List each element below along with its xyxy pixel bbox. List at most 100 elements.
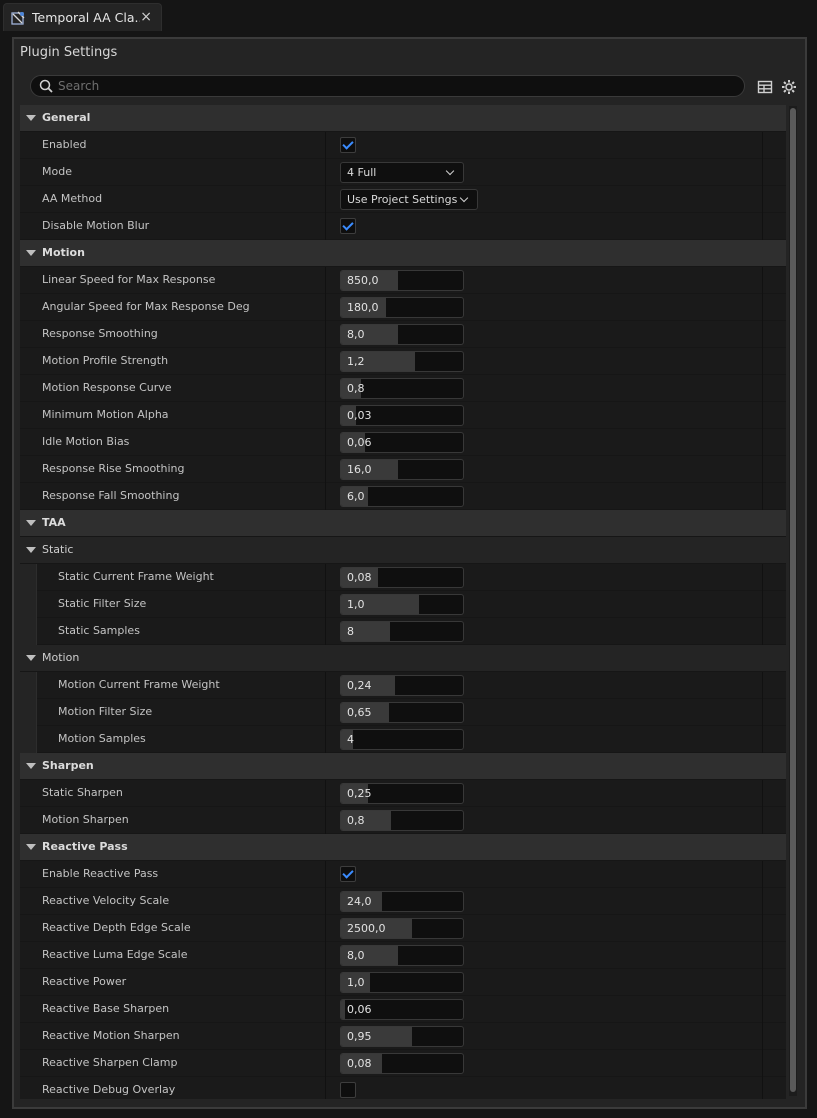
column-splitter[interactable] [325,348,326,375]
numeric-spinbox[interactable]: 0,8 [340,378,464,399]
search-box[interactable] [30,75,745,97]
column-splitter[interactable] [325,456,326,483]
row-label: Response Rise Smoothing [42,462,185,475]
property-row-reactive-sharpen-clamp: Reactive Sharpen Clamp 0,08 [20,1050,786,1077]
column-splitter[interactable] [325,969,326,996]
numeric-spinbox[interactable]: 8,0 [340,324,464,345]
numeric-spinbox[interactable]: 8,0 [340,945,464,966]
category-reactive-pass[interactable]: Reactive Pass [20,834,786,861]
numeric-spinbox[interactable]: 1,0 [340,972,464,993]
column-splitter[interactable] [325,726,326,753]
scrollbar-thumb[interactable] [790,108,796,1092]
column-splitter[interactable] [325,915,326,942]
category-general[interactable]: General [20,105,786,132]
expand-arrow-icon[interactable] [26,655,36,661]
numeric-spinbox[interactable]: 850,0 [340,270,464,291]
search-input[interactable] [58,77,728,95]
numeric-spinbox[interactable]: 4 [340,729,464,750]
expand-arrow-icon[interactable] [26,115,36,121]
checkbox[interactable] [340,1082,356,1098]
numeric-spinbox[interactable]: 1,0 [340,594,464,615]
indent [20,726,37,753]
column-splitter[interactable] [325,159,326,186]
column-splitter[interactable] [325,672,326,699]
column-splitter[interactable] [325,267,326,294]
column-splitter[interactable] [325,1023,326,1050]
dropdown-combo[interactable]: 4 Full [340,162,464,183]
column-splitter[interactable] [325,483,326,510]
close-icon[interactable]: × [140,9,152,25]
numeric-spinbox[interactable]: 2500,0 [340,918,464,939]
column-splitter[interactable] [325,402,326,429]
reset-column [762,807,763,834]
category-taa[interactable]: TAA [20,510,786,537]
numeric-spinbox[interactable]: 8 [340,621,464,642]
numeric-spinbox[interactable]: 0,25 [340,783,464,804]
numeric-spinbox[interactable]: 16,0 [340,459,464,480]
row-label: Response Fall Smoothing [42,489,180,502]
checkbox[interactable] [340,218,356,234]
column-splitter[interactable] [325,375,326,402]
numeric-spinbox[interactable]: 0,95 [340,1026,464,1047]
column-splitter[interactable] [325,780,326,807]
numeric-spinbox[interactable]: 0,08 [340,567,464,588]
column-splitter[interactable] [325,132,326,159]
property-row-motion-response-curve: Motion Response Curve 0,8 [20,375,786,402]
column-splitter[interactable] [325,429,326,456]
column-splitter[interactable] [325,213,326,240]
category-sharpen[interactable]: Sharpen [20,753,786,780]
column-splitter[interactable] [325,996,326,1023]
checkbox[interactable] [340,866,356,882]
numeric-value: 0,8 [347,814,365,827]
numeric-spinbox[interactable]: 0,03 [340,405,464,426]
property-row-static-samples: Static Samples 8 [20,618,786,645]
column-splitter[interactable] [325,294,326,321]
property-row-motion-sharpen: Motion Sharpen 0,8 [20,807,786,834]
column-splitter[interactable] [325,699,326,726]
expand-arrow-icon[interactable] [26,520,36,526]
dropdown-combo[interactable]: Use Project Settings [340,189,478,210]
numeric-spinbox[interactable]: 0,06 [340,432,464,453]
column-splitter[interactable] [325,942,326,969]
numeric-spinbox[interactable]: 1,2 [340,351,464,372]
table-view-icon[interactable] [757,79,773,95]
column-splitter[interactable] [325,618,326,645]
indent [20,672,37,699]
numeric-spinbox[interactable]: 0,24 [340,675,464,696]
expand-arrow-icon[interactable] [26,250,36,256]
column-splitter[interactable] [325,888,326,915]
numeric-spinbox[interactable]: 0,8 [340,810,464,831]
reset-column [762,1023,763,1050]
property-row-reactive-luma-edge-scale: Reactive Luma Edge Scale 8,0 [20,942,786,969]
numeric-spinbox[interactable]: 180,0 [340,297,464,318]
subcategory-motion[interactable]: Motion [20,645,786,672]
numeric-spinbox[interactable]: 0,06 [340,999,464,1020]
property-row-static-sharpen: Static Sharpen 0,25 [20,780,786,807]
column-splitter[interactable] [325,861,326,888]
checkbox[interactable] [340,137,356,153]
expand-arrow-icon[interactable] [26,763,36,769]
vertical-scrollbar[interactable] [789,106,797,1096]
slider-fill [341,1000,345,1019]
numeric-spinbox[interactable]: 0,65 [340,702,464,723]
column-splitter[interactable] [325,1050,326,1077]
tab-temporal-aa[interactable]: Temporal AA Cla... × [3,3,162,31]
category-motion[interactable]: Motion [20,240,786,267]
gear-icon[interactable] [781,79,797,95]
indent [20,699,37,726]
reset-column [762,483,763,510]
expand-arrow-icon[interactable] [26,844,36,850]
column-splitter[interactable] [325,564,326,591]
numeric-value: 0,25 [347,787,372,800]
expand-arrow-icon[interactable] [26,547,36,553]
column-splitter[interactable] [325,807,326,834]
numeric-spinbox[interactable]: 0,08 [340,1053,464,1074]
subcategory-static[interactable]: Static [20,537,786,564]
column-splitter[interactable] [325,591,326,618]
numeric-value: 8 [347,625,354,638]
numeric-spinbox[interactable]: 6,0 [340,486,464,507]
column-splitter[interactable] [325,321,326,348]
column-splitter[interactable] [325,186,326,213]
numeric-spinbox[interactable]: 24,0 [340,891,464,912]
column-splitter[interactable] [325,1077,326,1099]
